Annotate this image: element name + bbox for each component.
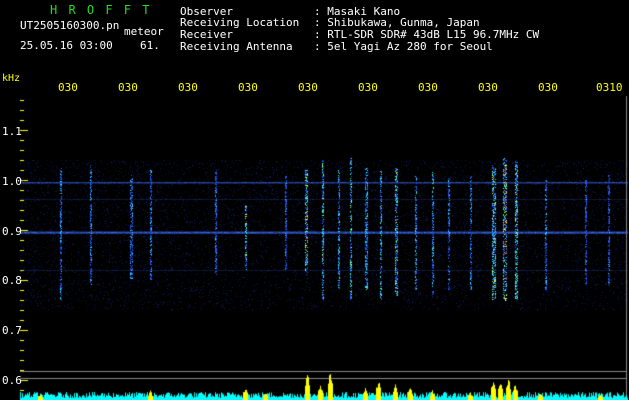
x-tick-label: 030 — [118, 81, 138, 94]
x-tick-label: 030 — [538, 81, 558, 94]
receiver-value: : RTL-SDR SDR# 43dB L15 96.7MHz CW — [314, 28, 540, 41]
mode-label: meteor — [124, 25, 164, 38]
x-tick-label: 030 — [478, 81, 498, 94]
x-tick-label: 030 — [298, 81, 318, 94]
count-label: 61. — [140, 39, 160, 52]
spectrogram-canvas — [0, 0, 629, 400]
x-tick-label: 030 — [178, 81, 198, 94]
antenna-value: : 5el Yagi Az 280 for Seoul — [314, 40, 493, 53]
y-tick-label: 0.9 — [2, 225, 22, 238]
app-title: H R O F F T — [50, 3, 152, 17]
x-tick-label: 030 — [358, 81, 378, 94]
location-label: Receiving Location — [180, 16, 300, 29]
x-tick-label: 030 — [418, 81, 438, 94]
y-tick-label: 0.8 — [2, 274, 22, 287]
y-tick-label: 1.1 — [2, 125, 22, 138]
receiver-label: Receiver — [180, 28, 233, 41]
filename-label: UT2505160300.pn — [20, 19, 120, 32]
x-tick-label: 0310 — [596, 81, 623, 94]
antenna-label: Receiving Antenna — [180, 40, 293, 53]
y-tick-label: 1.0 — [2, 175, 22, 188]
datetime-label: 25.05.16 03:00 — [20, 39, 113, 52]
y-tick-label: 0.7 — [2, 324, 22, 337]
x-tick-label: 030 — [238, 81, 258, 94]
y-tick-label: 0.6 — [2, 374, 22, 387]
y-axis-unit: kHz — [2, 73, 21, 84]
location-value: : Shibukawa, Gunma, Japan — [314, 16, 480, 29]
x-tick-label: 030 — [58, 81, 78, 94]
